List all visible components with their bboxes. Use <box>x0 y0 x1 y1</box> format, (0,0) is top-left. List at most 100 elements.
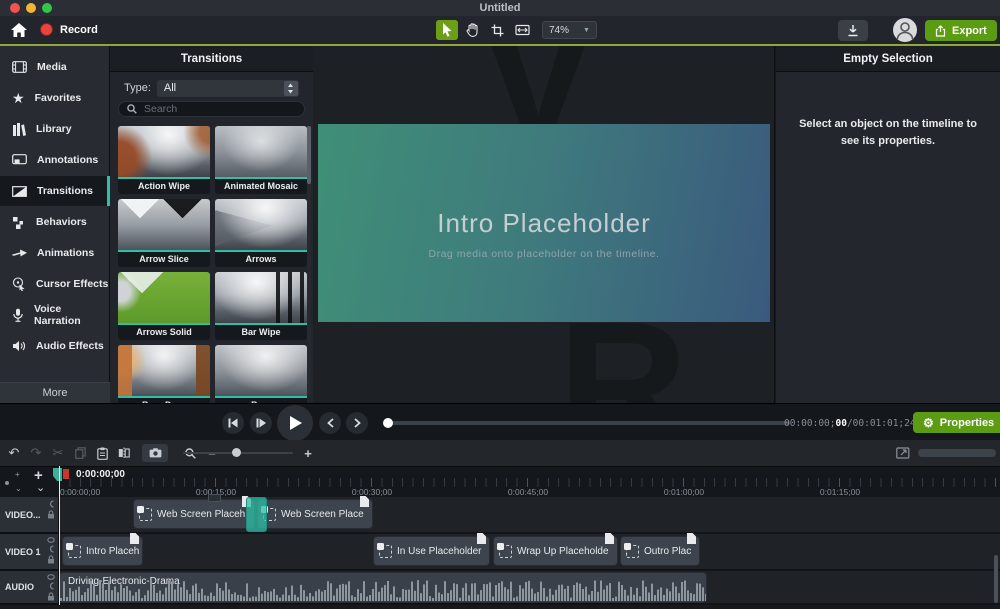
properties-button[interactable]: ⚙ Properties <box>913 412 1000 433</box>
titlebar: Untitled <box>0 0 1000 16</box>
timeline-vertical-scrollbar[interactable] <box>994 555 998 603</box>
type-select-value: All <box>164 82 176 94</box>
sidebar-item-animations[interactable]: Animations <box>0 238 110 268</box>
crop-tool-button[interactable] <box>486 20 508 40</box>
audio-waveform <box>60 579 706 601</box>
track-header-audio[interactable]: AUDIO <box>0 571 59 605</box>
copy-button[interactable] <box>70 444 90 462</box>
transition-card[interactable]: Arrows <box>215 199 307 269</box>
lock-icon[interactable] <box>47 592 55 601</box>
playback-scrubber[interactable] <box>385 421 790 425</box>
transition-card[interactable]: Action Wipe <box>118 126 210 196</box>
transition-on-timeline[interactable] <box>246 497 267 532</box>
clip-web-screen-1[interactable]: Web Screen Placeh <box>133 499 255 529</box>
scrubber-knob[interactable] <box>383 418 393 428</box>
screenshot-button[interactable] <box>142 444 168 462</box>
sidebar-item-favorites[interactable]: ★ Favorites <box>0 83 110 113</box>
clip-audio-driving-electronic-drama[interactable]: Driving-Electronic-Drama <box>59 572 707 603</box>
plus-icon: + <box>304 446 312 461</box>
detach-timeline-button[interactable] <box>893 444 913 462</box>
minimize-window-button[interactable] <box>26 3 36 13</box>
export-button[interactable]: Export <box>925 20 997 41</box>
type-select[interactable]: All <box>157 80 299 97</box>
download-button[interactable] <box>838 20 868 41</box>
account-avatar[interactable] <box>893 18 917 42</box>
monitor-icon[interactable] <box>47 545 55 553</box>
clip-in-use-placeholder[interactable]: In Use Placeholder <box>373 536 490 566</box>
lock-icon[interactable] <box>47 555 55 564</box>
sidebar-item-annotations[interactable]: Annotations <box>0 145 110 175</box>
camera-icon <box>149 448 162 458</box>
redo-button[interactable]: ↷ <box>26 444 46 462</box>
sidebar-item-label: Media <box>37 61 67 73</box>
undo-button[interactable]: ↶ <box>4 444 24 462</box>
monitor-icon[interactable] <box>47 582 55 590</box>
pan-zoom-tool-button[interactable] <box>511 20 533 40</box>
sidebar-item-label: Animations <box>37 247 94 259</box>
transition-card[interactable]: Arrow Slice <box>118 199 210 269</box>
paste-button[interactable] <box>92 444 112 462</box>
window-title: Untitled <box>0 0 1000 16</box>
zoom-level-select[interactable]: 74% ▼ <box>542 21 597 39</box>
transition-card[interactable]: Animated Mosaic <box>215 126 307 196</box>
transition-thumbnail <box>118 199 210 252</box>
transitions-scrollbar[interactable] <box>307 126 311 396</box>
previous-frame-button[interactable] <box>222 412 244 434</box>
timeline-horizontal-scrollbar[interactable] <box>918 449 996 457</box>
preview-canvas[interactable]: Intro Placeholder Drag media onto placeh… <box>318 124 770 322</box>
track-name: VIDEO... <box>5 510 41 520</box>
eye-icon[interactable] <box>47 574 55 580</box>
pan-hand-tool-button[interactable] <box>461 20 483 40</box>
clip-intro-placeholder[interactable]: Intro Placeh <box>62 536 143 566</box>
record-button[interactable]: Record <box>40 23 98 36</box>
track-height-decrease-icon[interactable]: ⌄ <box>15 484 22 493</box>
timeline-ruler[interactable]: + ⌄ + ⌄ 0:00:00;00 0:00:00;00 0:00:15;00… <box>0 466 1000 497</box>
track-height-increase-icon[interactable]: + <box>15 470 20 479</box>
ruler-label: 0:01:00;00 <box>649 487 719 497</box>
jump-back-button[interactable] <box>319 412 341 434</box>
transition-card[interactable]: Bar Wipe <box>215 272 307 342</box>
close-window-button[interactable] <box>10 3 20 13</box>
select-tool-button[interactable] <box>436 20 458 40</box>
track-header-video2[interactable]: VIDEO... <box>0 497 59 534</box>
timeline-zoom-slider-thumb[interactable] <box>232 448 241 457</box>
sidebar-item-library[interactable]: Library <box>0 114 110 144</box>
transition-card[interactable]: Arrows Solid <box>118 272 210 342</box>
timecode: 00:00:00;00/00:01:01;24 <box>784 418 916 429</box>
sidebar-item-transitions[interactable]: Transitions <box>0 176 110 206</box>
search-input[interactable] <box>142 102 282 116</box>
eye-icon[interactable] <box>47 537 55 543</box>
home-button[interactable] <box>10 22 28 38</box>
transition-card[interactable]: Barn Door <box>118 345 210 403</box>
sidebar-more-button[interactable]: More <box>0 382 110 403</box>
clip-web-screen-2[interactable]: Web Screen Place <box>257 499 373 529</box>
track-header-video1[interactable]: VIDEO 1 <box>0 534 59 571</box>
clip-outro-placeholder[interactable]: Outro Plac <box>620 536 700 566</box>
cut-button[interactable]: ✂ <box>48 444 68 462</box>
zoom-window-button[interactable] <box>42 3 52 13</box>
clip-wrap-up-placeholder[interactable]: Wrap Up Placeholde <box>493 536 618 566</box>
timeline-body: VIDEO... VIDEO 1 AUDIO We <box>0 497 1000 605</box>
jump-forward-button[interactable] <box>346 412 368 434</box>
transition-label: Animated Mosaic <box>215 179 307 194</box>
collapse-tracks-button[interactable]: ⌄ <box>36 481 45 494</box>
track-options-dot-icon[interactable] <box>5 481 9 485</box>
user-icon <box>893 18 917 42</box>
sidebar-item-media[interactable]: Media <box>0 52 110 82</box>
search-box[interactable] <box>118 101 305 117</box>
monitor-icon[interactable] <box>47 500 55 508</box>
playhead-line[interactable] <box>59 466 60 605</box>
step-forward-button[interactable] <box>250 412 272 434</box>
split-button[interactable] <box>114 444 134 462</box>
redo-icon: ↷ <box>31 445 42 461</box>
sidebar-item-audio-effects[interactable]: Audio Effects <box>0 331 110 361</box>
play-button[interactable] <box>277 405 313 441</box>
sidebar-item-voice-narration[interactable]: Voice Narration <box>0 300 110 330</box>
timeline-zoom-in-button[interactable]: + <box>298 444 318 462</box>
sidebar-item-behaviors[interactable]: Behaviors <box>0 207 110 237</box>
transition-card[interactable]: Bars <box>215 345 307 403</box>
sidebar-item-cursor-effects[interactable]: Cursor Effects <box>0 269 110 299</box>
lock-icon[interactable] <box>47 510 55 519</box>
properties-button-label: Properties <box>940 417 994 429</box>
detach-icon <box>896 447 910 459</box>
